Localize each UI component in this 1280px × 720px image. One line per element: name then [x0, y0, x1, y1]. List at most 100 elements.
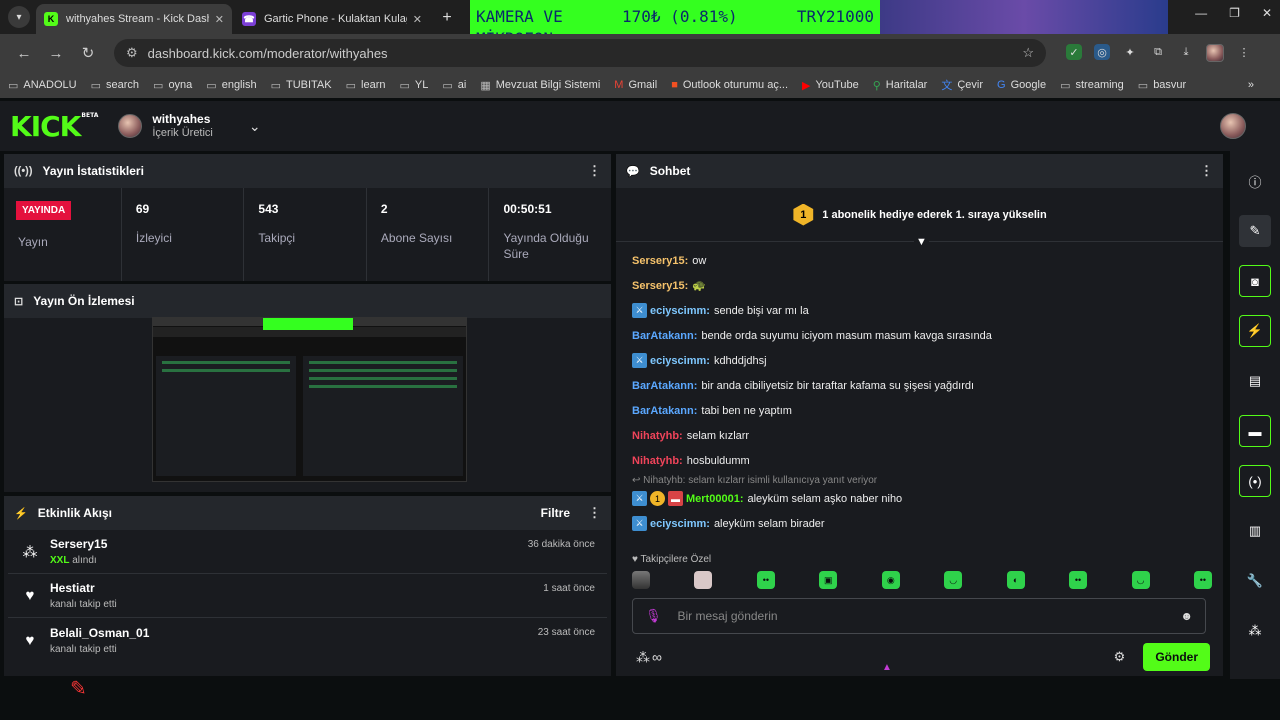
chat-message-input[interactable]: 🎙 Bir mesaj gönderin ☻ — [632, 598, 1206, 634]
bookmark-item[interactable]: G Google — [997, 79, 1046, 91]
stats-row: YAYINDA Yayın 69 İzleyici 543 Takipçi 2 … — [4, 188, 611, 281]
emote-item[interactable]: ◉ — [881, 571, 900, 589]
emoji-icon[interactable]: ☻ — [1180, 609, 1193, 623]
more-options-icon[interactable]: ⋮ — [588, 163, 601, 179]
chat-username[interactable]: BarAtakann: — [632, 405, 697, 417]
gear-icon[interactable]: ⚙ — [1114, 649, 1126, 665]
bookmark-item[interactable]: ▦ Mevzuat Bilgi Sistemi — [480, 79, 600, 92]
bookmark-item[interactable]: ▭ search — [91, 79, 139, 92]
extension-lens-icon[interactable]: ◎ — [1094, 44, 1110, 60]
bookmark-star-icon[interactable]: ☆ — [1022, 45, 1034, 61]
youtube-icon: ▶ — [802, 79, 811, 92]
back-icon[interactable]: ← — [8, 45, 40, 62]
chevron-down-icon[interactable]: ⌄ — [249, 118, 261, 135]
emote-item[interactable] — [694, 571, 713, 589]
minimize-icon[interactable]: — — [1195, 6, 1207, 20]
broadcast-icon[interactable]: (•) — [1239, 465, 1271, 497]
wrench-icon[interactable]: 🔧 — [1239, 565, 1271, 597]
bookmark-item[interactable]: 文 Çevir — [941, 77, 983, 93]
chat-username[interactable]: Sersery15: — [632, 280, 688, 292]
emote-item[interactable]: •• — [1069, 571, 1088, 589]
bookmark-item[interactable]: ▭ oyna — [153, 79, 192, 92]
info-icon[interactable]: ⓘ — [1239, 165, 1271, 197]
edit-pencil-icon[interactable]: ✎ — [1239, 215, 1271, 247]
microphone-icon[interactable]: 🎙 — [645, 608, 662, 624]
extension-shield-icon[interactable]: ✓ — [1066, 44, 1082, 60]
chat-username[interactable]: eciyscimm: — [650, 355, 710, 367]
tab-search-icon[interactable]: ▾ — [8, 6, 30, 28]
browser-menu-icon[interactable]: ⋮ — [1236, 44, 1252, 60]
emote-item[interactable]: •• — [1193, 571, 1212, 589]
stream-stats-panel: ((•)) Yayın İstatistikleri ⋮ YAYINDA Yay… — [4, 154, 611, 281]
close-tab-icon[interactable]: ✕ — [215, 13, 224, 26]
browser-tab-kick[interactable]: K withyahes Stream - Kick Dashbo ✕ — [36, 4, 232, 34]
chat-username[interactable]: Nihatyhb: — [632, 430, 683, 442]
chat-username[interactable]: Nihatyhb: — [632, 455, 683, 467]
folder-icon: ▭ — [270, 79, 281, 92]
site-info-icon[interactable]: ⚙ — [126, 45, 138, 61]
emote-item[interactable]: •• — [756, 571, 775, 589]
profile-avatar[interactable] — [1206, 44, 1224, 62]
emote-item[interactable]: ◐ — [1006, 571, 1025, 589]
close-window-icon[interactable]: ✕ — [1262, 6, 1272, 20]
browser-tab-gartic[interactable]: ☎ Gartic Phone - Kulaktan Kulağa ✕ — [234, 4, 430, 34]
stat-live: YAYINDA Yayın — [4, 188, 122, 281]
bookmark-item[interactable]: ▭ ANADOLU — [8, 79, 77, 92]
bookmark-item[interactable]: ▭ ai — [442, 79, 466, 92]
chat-username[interactable]: eciyscimm: — [650, 305, 710, 317]
kicks-icon[interactable]: ⁂ — [636, 649, 650, 666]
emote-item[interactable]: ◡ — [1131, 571, 1150, 589]
close-tab-icon[interactable]: ✕ — [413, 13, 422, 26]
chat-username[interactable]: Sersery15: — [632, 255, 688, 267]
notes-icon[interactable]: ▤ — [1239, 365, 1271, 397]
bookmark-item[interactable]: ▭ TUBITAK — [271, 79, 332, 92]
bookmark-item[interactable]: ▶ YouTube — [802, 79, 859, 92]
reload-icon[interactable]: ↻ — [72, 44, 104, 62]
collapse-icon[interactable]: ▼ — [914, 236, 929, 248]
emote-item[interactable]: ◡ — [944, 571, 963, 589]
bookmark-label: ai — [457, 79, 467, 91]
extension-fox-icon[interactable]: ✦ — [1122, 44, 1138, 60]
bookmark-item[interactable]: M Gmail — [614, 79, 657, 91]
bookmark-item[interactable]: ▭ learn — [346, 79, 386, 92]
kick-logo[interactable]: KICK BETA — [10, 110, 98, 143]
layout-icon[interactable]: ▥ — [1239, 515, 1271, 547]
chat-username[interactable]: eciyscimm: — [650, 518, 710, 530]
more-options-icon[interactable]: ⋮ — [1200, 163, 1213, 179]
filter-button[interactable]: Filtre — [541, 506, 570, 520]
heart-icon: ♥ — [632, 554, 638, 565]
send-button[interactable]: Gönder — [1143, 643, 1210, 671]
chat-username[interactable]: BarAtakann: — [632, 380, 697, 392]
extensions-puzzle-icon[interactable]: ⧉ — [1150, 44, 1166, 60]
activity-item: ⁂ Sersery15 XXL alındı 36 dakika önce — [8, 530, 607, 574]
download-icon[interactable]: ⤓ — [1178, 44, 1194, 60]
emote-item[interactable] — [632, 571, 650, 589]
chat-text: 🐢 — [692, 280, 706, 292]
new-tab-icon[interactable]: + — [436, 7, 458, 29]
chat-username[interactable]: BarAtakann: — [632, 330, 697, 342]
bookmark-item[interactable]: ▭ streaming — [1060, 79, 1124, 92]
stat-label: Yayın — [18, 235, 48, 249]
lightning-icon[interactable]: ⚡ — [1239, 315, 1271, 347]
stream-preview-video[interactable] — [152, 317, 467, 482]
bookmark-item[interactable]: ▭ english — [206, 79, 256, 92]
chat-bubble-icon[interactable]: ▬ — [1239, 415, 1271, 447]
pinned-text: 1 abonelik hediye ederek 1. sıraya yükse… — [822, 208, 1047, 221]
emote-item[interactable]: ▣ — [819, 571, 838, 589]
bookmark-item[interactable]: ▭ YL — [399, 79, 428, 92]
bookmark-item[interactable]: ■ Outlook oturumu aç... — [671, 79, 788, 91]
more-options-icon[interactable]: ⋮ — [588, 505, 601, 521]
bookmark-item[interactable]: ⚲ Haritalar — [873, 79, 928, 92]
user-avatar[interactable] — [1220, 113, 1246, 139]
chat-username[interactable]: Mert00001: — [686, 493, 743, 505]
pinned-gift-banner[interactable]: 1 1 abonelik hediye ederek 1. sıraya yük… — [616, 188, 1223, 248]
stat-label: Takipçi — [258, 231, 296, 245]
url-bar[interactable]: ⚙ dashboard.kick.com/moderator/withyahes… — [114, 39, 1046, 67]
bookmark-item[interactable]: ▭ basvur — [1138, 79, 1186, 92]
taskbar-app-icon[interactable]: ✎ — [70, 676, 94, 706]
maximize-icon[interactable]: ❐ — [1229, 6, 1240, 20]
kicks-icon[interactable]: ⁂ — [1239, 615, 1271, 647]
screen-capture-icon[interactable]: ◙ — [1239, 265, 1271, 297]
more-bookmarks-icon[interactable]: » — [1248, 79, 1254, 91]
forward-icon[interactable]: → — [40, 45, 72, 62]
